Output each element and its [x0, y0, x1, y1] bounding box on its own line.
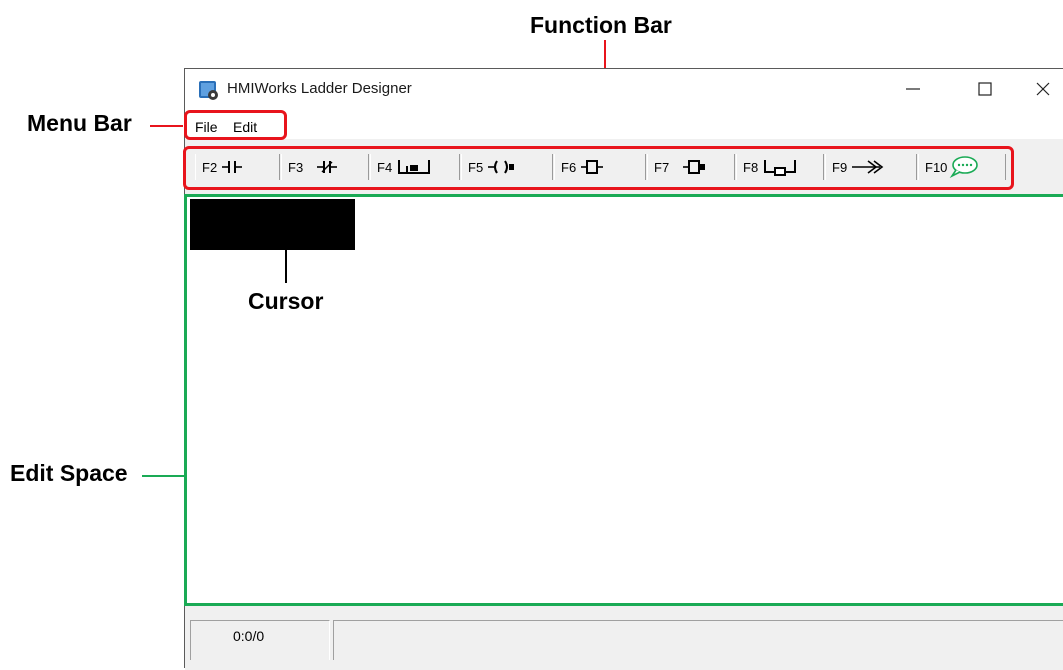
title-bar: HMIWorks Ladder Designer: [185, 69, 1063, 109]
edit-space-leader-line: [142, 475, 185, 477]
status-position-cell: 0:0/0: [190, 620, 330, 660]
app-icon: [199, 80, 219, 100]
function-bar-highlight: [183, 146, 1014, 190]
function-bar-annotation: Function Bar: [530, 12, 672, 38]
maximize-icon: [978, 82, 992, 96]
close-button[interactable]: [1017, 69, 1063, 109]
edit-space-highlight: [184, 194, 1063, 606]
minimize-button[interactable]: [887, 69, 941, 109]
maximize-button[interactable]: [959, 69, 1013, 109]
status-message-cell: [333, 620, 1063, 660]
status-position: 0:0/0: [233, 628, 265, 644]
edit-space-annotation: Edit Space: [10, 460, 128, 486]
status-bar: 0:0/0: [185, 610, 1063, 670]
close-icon: [1036, 82, 1050, 96]
menu-bar-highlight: [184, 110, 287, 140]
menu-bar-leader-line: [150, 125, 183, 127]
cursor-annotation: Cursor: [248, 288, 324, 314]
minimize-icon: [906, 88, 920, 90]
cursor-leader-line: [285, 250, 287, 283]
menu-bar: File Edit: [185, 109, 1063, 139]
menu-bar-annotation: Menu Bar: [27, 110, 132, 136]
window-title: HMIWorks Ladder Designer: [227, 80, 412, 97]
